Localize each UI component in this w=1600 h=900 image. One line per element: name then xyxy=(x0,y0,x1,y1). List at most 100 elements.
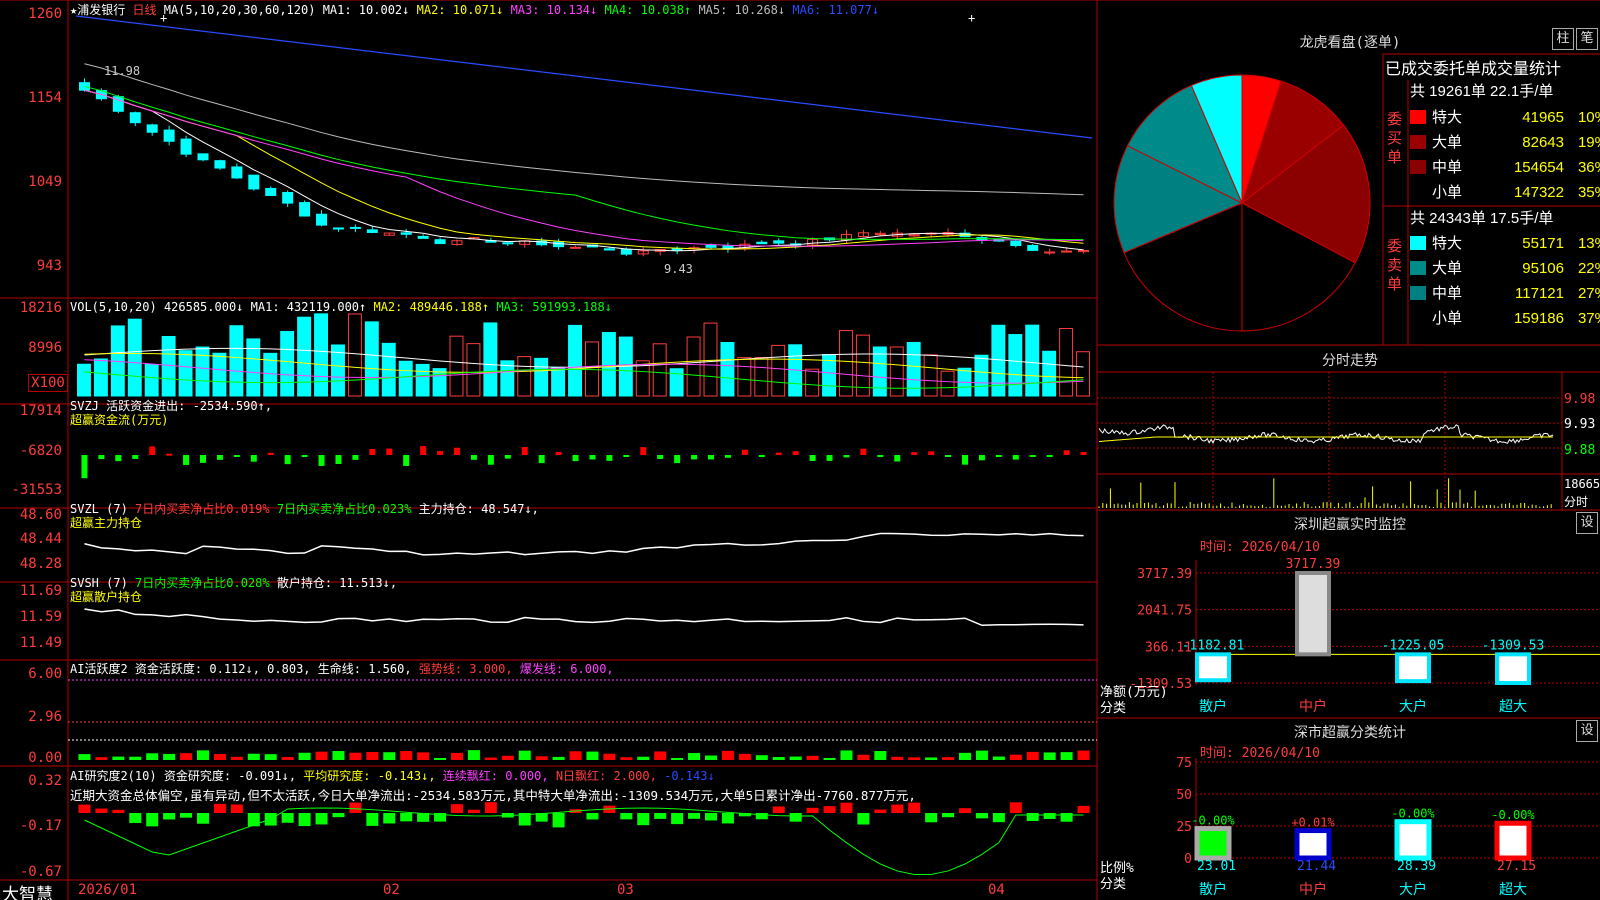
ai1-bar xyxy=(400,751,413,760)
svzj-bar xyxy=(183,455,190,465)
vol-bar xyxy=(212,352,227,397)
svzj-bar xyxy=(352,455,359,460)
legend-name: 大单 xyxy=(1432,260,1463,277)
ma1-value: MA1: 10.002↓ xyxy=(322,3,410,17)
svzj-bar xyxy=(877,455,884,457)
classify-ylabel: 分类 xyxy=(1100,877,1127,892)
ai2-bar xyxy=(908,802,921,813)
vol-bar xyxy=(754,357,769,397)
vol-bar xyxy=(805,368,820,397)
vol-bar xyxy=(280,330,295,397)
legend-swatch xyxy=(1410,261,1426,275)
vol-bar xyxy=(534,357,549,397)
ai2-bar xyxy=(230,804,243,813)
ai2-bar xyxy=(1043,813,1056,819)
candle xyxy=(332,227,344,230)
legend-name: 特大 xyxy=(1432,235,1463,252)
ma4-line xyxy=(84,85,1084,241)
svzj-bar xyxy=(945,455,952,457)
legend-swatch xyxy=(1410,160,1426,174)
ai1-bar xyxy=(1026,751,1039,760)
classify-value-label: 23.01 xyxy=(1197,859,1236,874)
ai1-bar xyxy=(925,757,938,760)
main-chart-area[interactable]: + +3717.392041.75366.11-1309.53-1182.81散户… xyxy=(0,0,1600,900)
intraday-price: 9.88 xyxy=(1564,443,1596,458)
svzj-bar xyxy=(962,455,968,465)
monitor-category: 超大 xyxy=(1499,699,1527,715)
cross-mark: + xyxy=(968,11,975,25)
svzj-bar xyxy=(115,455,122,462)
vol-bar xyxy=(923,354,938,397)
legend-swatch xyxy=(1410,110,1426,124)
candle xyxy=(756,241,768,245)
svzl-y-tick: 48.44 xyxy=(19,531,62,547)
ai2-bar xyxy=(772,806,785,813)
svzj-subtitle: 超赢资金流(万元) xyxy=(70,413,169,427)
legend-name: 大单 xyxy=(1432,134,1463,151)
vol-bar xyxy=(940,370,955,397)
vol-bar xyxy=(737,357,752,397)
monitor-bar xyxy=(1195,652,1231,683)
classify-bar xyxy=(1394,819,1432,861)
ai1-bar xyxy=(891,756,904,760)
ai1-bar xyxy=(637,756,650,760)
ai2-bar xyxy=(552,813,565,828)
bar-mode-button[interactable]: 柱 xyxy=(1552,28,1574,50)
vol-bar xyxy=(1076,351,1090,397)
kline-y-tick: 1049 xyxy=(28,174,62,190)
svzj-bar xyxy=(335,455,342,465)
ai1-bar xyxy=(417,752,430,760)
ai2-bar xyxy=(1009,802,1022,813)
vol-y-tick: 8996 xyxy=(28,340,62,356)
vol-bar xyxy=(297,316,312,397)
pen-mode-button[interactable]: 笔 xyxy=(1576,28,1598,50)
ai1-bar xyxy=(569,751,582,760)
legend-pct: 27% xyxy=(1577,285,1600,302)
svzj-bar xyxy=(284,455,291,465)
ai1-bar xyxy=(213,753,226,760)
buy-row: 中单 154654 36% xyxy=(1410,156,1600,177)
ai2-bar xyxy=(298,813,311,827)
ai2-bar xyxy=(366,813,379,826)
ai2-bar xyxy=(857,813,870,825)
period-label[interactable]: 日线 xyxy=(132,3,156,17)
stock-name[interactable]: 浦发银行 xyxy=(77,3,125,17)
candle xyxy=(1061,250,1073,253)
sell-row: 小单 159186 37% xyxy=(1410,307,1600,328)
classify-bar xyxy=(1494,820,1532,861)
monitor-bar xyxy=(1495,652,1531,685)
ai1-bar xyxy=(349,752,362,760)
intraday-price-line xyxy=(1098,424,1554,444)
ai1-bar xyxy=(603,753,616,760)
monitor-y-tick: 2041.75 xyxy=(1137,604,1192,619)
vol-bar xyxy=(703,322,718,397)
svzj-bar xyxy=(487,455,494,465)
svzj-bar xyxy=(860,448,867,455)
classify-value-label: 21.44 xyxy=(1297,859,1336,874)
kline-y-tick: 943 xyxy=(36,258,62,274)
intraday-vol-top: 18665 xyxy=(1564,477,1600,491)
legend-volume: 154654 xyxy=(1513,159,1564,176)
vol-bar xyxy=(771,344,786,397)
ai1-bar xyxy=(975,750,988,760)
ai1-bar xyxy=(772,757,785,760)
svzj-bar xyxy=(504,455,511,459)
svzj-bar xyxy=(978,455,985,461)
ai2-bar xyxy=(823,806,836,813)
classify-y-tick: 25 xyxy=(1176,820,1192,835)
candle xyxy=(1027,244,1039,251)
ai1-bar xyxy=(671,757,684,760)
ai2-y-tick: 0.32 xyxy=(28,773,62,789)
ai1-bar xyxy=(467,750,480,760)
vol-y-tick: 18216 xyxy=(19,300,62,316)
svzj-bar xyxy=(132,455,139,459)
monitor-settings-button[interactable]: 设 xyxy=(1576,512,1598,534)
ai1-bar xyxy=(823,757,836,760)
classify-settings-button[interactable]: 设 xyxy=(1576,720,1598,742)
candle xyxy=(434,239,446,245)
x-label: 04 xyxy=(988,882,1005,898)
svzj-bar xyxy=(775,452,782,455)
candle xyxy=(180,138,192,155)
legend-name: 小单 xyxy=(1432,184,1463,201)
svzj-bar xyxy=(470,455,477,460)
